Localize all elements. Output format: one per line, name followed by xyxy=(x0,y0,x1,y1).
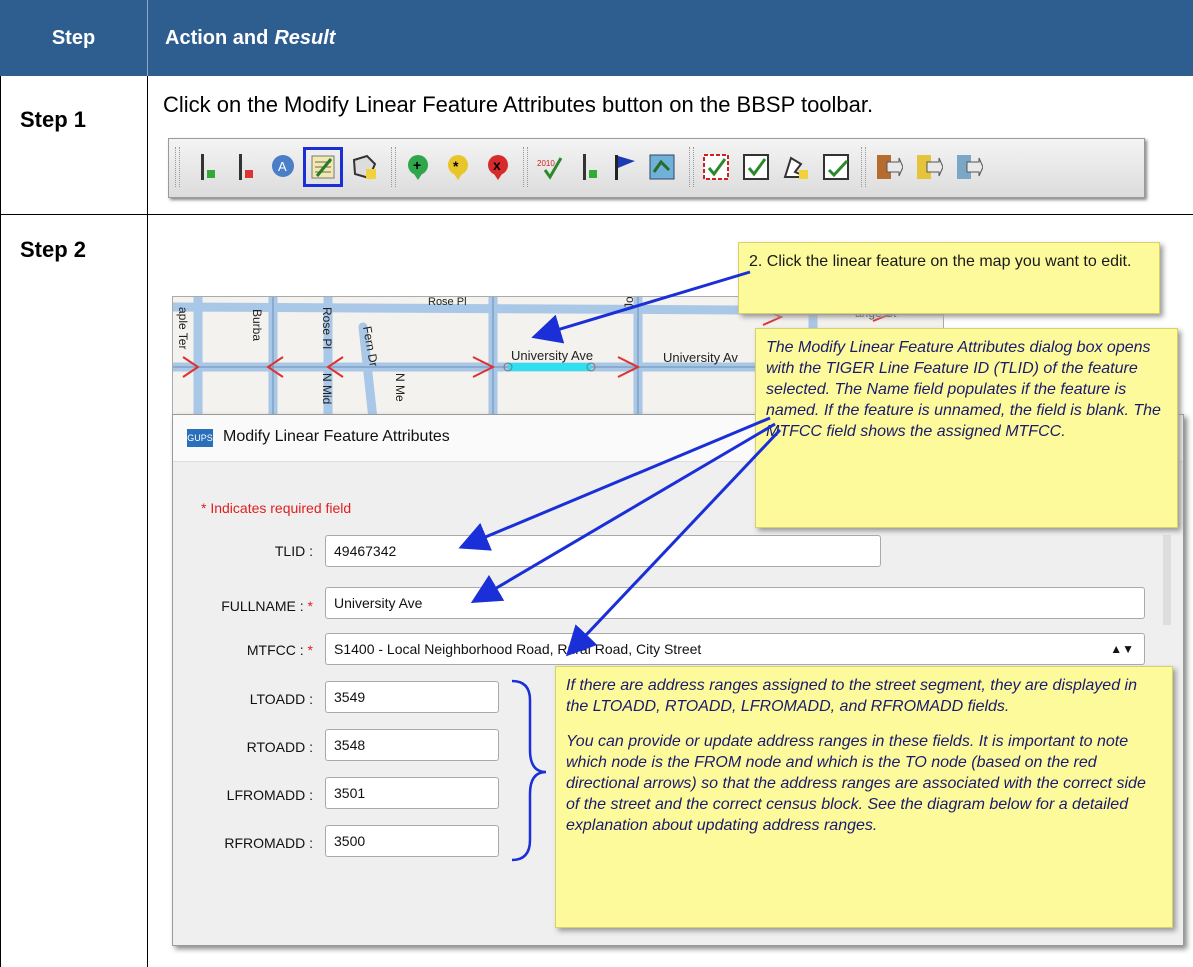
export-icon[interactable] xyxy=(871,150,905,184)
svg-text:2010: 2010 xyxy=(537,159,555,168)
toolbar-separator xyxy=(689,147,694,187)
map-label-rose-pl-top: Rose Pl xyxy=(428,297,467,308)
map-label-maple-ter: aple Ter xyxy=(176,307,190,349)
map-label-university-av: University Av xyxy=(663,350,738,365)
svg-text:+: + xyxy=(413,157,421,173)
dialog-scrollbar[interactable] xyxy=(1163,535,1171,625)
ltoadd-field[interactable]: 3549 xyxy=(325,681,499,713)
mtfcc-select[interactable]: S1400 - Local Neighborhood Road, Rural R… xyxy=(325,633,1145,665)
check-icon[interactable] xyxy=(739,150,773,184)
table-column-divider xyxy=(147,76,148,967)
toolbar-separator xyxy=(861,147,866,187)
table-row-divider xyxy=(0,214,1193,215)
map-label-n-me: N Me xyxy=(393,373,407,402)
header-action-plain: Action and xyxy=(165,26,269,49)
step2-label: Step 2 xyxy=(20,237,87,262)
tlid-label: TLID : xyxy=(274,543,313,559)
bbsp-toolbar: A + * x 2010 xyxy=(168,138,1145,198)
rtoadd-label: RTOADD : xyxy=(246,739,313,755)
table-header: Step Action and Result xyxy=(0,0,1193,76)
callout-address-ranges: If there are address ranges assigned to … xyxy=(555,666,1173,928)
header-action-result: Result xyxy=(274,26,336,49)
map-label-burba: Burba xyxy=(250,309,264,341)
2010-check-icon[interactable]: 2010 xyxy=(533,150,567,184)
toolbar-separator xyxy=(391,147,396,187)
ltoadd-label: LTOADD : xyxy=(249,691,313,707)
toolbar-grip xyxy=(175,147,180,187)
fullname-label: FULLNAME : * xyxy=(221,598,313,614)
svg-text:*: * xyxy=(453,158,459,174)
gups-app-icon: GUPS xyxy=(187,429,213,447)
dialog-title: Modify Linear Feature Attributes xyxy=(223,428,450,445)
export-yellow-icon[interactable] xyxy=(911,150,945,184)
callout-click-feature: 2. Click the linear feature on the map y… xyxy=(738,242,1160,314)
map-label-university-ave: University Ave xyxy=(511,348,593,363)
boundary-icon[interactable] xyxy=(347,150,381,184)
address-icon[interactable]: A xyxy=(267,150,301,184)
delete-line-icon[interactable] xyxy=(229,150,263,184)
updown-arrow-icon: ▲▼ xyxy=(1110,642,1134,656)
line-flag-icon[interactable] xyxy=(573,150,607,184)
svg-text:A: A xyxy=(278,159,287,174)
review-icon[interactable] xyxy=(699,150,733,184)
lfromadd-label: LFROMADD : xyxy=(226,787,313,803)
table-border-left xyxy=(0,76,1,967)
mtfcc-label: MTFCC : * xyxy=(246,642,313,658)
check-box-icon[interactable] xyxy=(819,150,853,184)
fullname-field[interactable]: University Ave xyxy=(325,587,1145,619)
header-action: Action and Result xyxy=(165,0,335,76)
map-label-rose-pl: Rose Pl xyxy=(320,307,334,349)
map-icon[interactable] xyxy=(645,150,679,184)
rfromadd-field[interactable]: 3500 xyxy=(325,825,499,857)
mtfcc-value: S1400 - Local Neighborhood Road, Rural R… xyxy=(334,641,702,657)
add-point-icon[interactable]: + xyxy=(401,150,435,184)
step1-instruction: Click on the Modify Linear Feature Attri… xyxy=(163,92,874,117)
flag-icon[interactable] xyxy=(607,150,641,184)
toolbar-separator xyxy=(523,147,528,187)
delete-point-icon[interactable]: x xyxy=(481,150,515,184)
map-label-n-mid: N Mid xyxy=(320,373,334,404)
required-field-note: * Indicates required field xyxy=(201,500,352,516)
header-step: Step xyxy=(0,0,148,76)
callout-address-ranges-para1: If there are address ranges assigned to … xyxy=(566,677,1137,715)
modify-point-icon[interactable]: * xyxy=(441,150,475,184)
rtoadd-field[interactable]: 3548 xyxy=(325,729,499,761)
add-line-icon[interactable] xyxy=(191,150,225,184)
callout-dialog-opens: The Modify Linear Feature Attributes dia… xyxy=(755,328,1178,528)
lfromadd-field[interactable]: 3501 xyxy=(325,777,499,809)
callout-address-ranges-para2: You can provide or update address ranges… xyxy=(566,733,1146,834)
rfromadd-label: RFROMADD : xyxy=(224,835,313,851)
svg-text:x: x xyxy=(493,157,501,173)
step1-label: Step 1 xyxy=(20,107,87,132)
modify-linear-feature-icon[interactable] xyxy=(303,147,343,187)
export-blue-icon[interactable] xyxy=(951,150,985,184)
polygon-icon[interactable] xyxy=(779,150,813,184)
tlid-field[interactable]: 49467342 xyxy=(325,535,881,567)
map-label-joyce: Joyce Erd xyxy=(622,297,636,309)
